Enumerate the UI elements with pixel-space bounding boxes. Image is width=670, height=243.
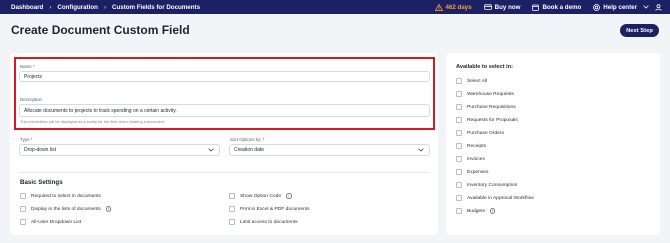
lifebuoy-icon: [593, 3, 601, 11]
info-icon[interactable]: i: [286, 193, 292, 199]
checkbox[interactable]: [456, 208, 462, 214]
checkbox[interactable]: [229, 193, 235, 199]
available-item-purchase-orders[interactable]: Purchase Orders: [456, 130, 504, 136]
setting-print-excel-pdf[interactable]: Print in Excel & PDF documents: [229, 206, 310, 212]
available-item-label: Available in Approval Workflow: [467, 195, 534, 201]
checkbox[interactable]: [20, 219, 26, 225]
description-label: Description: [20, 97, 42, 102]
setting-label: Display in the lists of documents: [31, 206, 101, 212]
help-center-button[interactable]: Help center: [593, 4, 649, 11]
trial-indicator[interactable]: 462 days: [434, 3, 472, 11]
breadcrumb-dashboard[interactable]: Dashboard: [11, 4, 43, 11]
setting-limit-access[interactable]: Limit access to documents: [229, 219, 298, 225]
cart-icon: [483, 3, 492, 11]
user-icon: [655, 3, 662, 11]
checkbox[interactable]: [456, 91, 462, 97]
sort-value: Creation date: [234, 147, 265, 153]
book-demo-label: Book a demo: [542, 3, 582, 11]
setting-required[interactable]: Required to select in documents: [20, 193, 101, 199]
available-item-inventory-consumption[interactable]: Inventory Consumption: [456, 182, 517, 188]
checkbox[interactable]: [20, 206, 26, 212]
top-nav: Dashboard › Configuration › Custom Field…: [0, 0, 670, 14]
info-icon[interactable]: i: [489, 208, 496, 214]
available-item-label: Purchase Orders: [467, 130, 504, 136]
checkbox[interactable]: [456, 182, 462, 188]
available-item-invoices[interactable]: Invoices: [456, 156, 485, 162]
description-hint: This information will be displayed as a …: [20, 119, 166, 124]
warning-icon: [434, 3, 443, 11]
buy-now-label: Buy now: [494, 3, 521, 11]
checkbox[interactable]: [456, 78, 462, 84]
available-item-approval-workflow[interactable]: Available in Approval Workflow: [456, 195, 534, 201]
available-item-label: Purchase Requisitions: [467, 104, 516, 110]
checkbox[interactable]: [456, 130, 462, 136]
trial-days: 462 days: [445, 3, 472, 11]
type-value: Drop-down list: [24, 147, 56, 153]
available-item-requests-for-proposals[interactable]: Requests for Proposals: [456, 117, 518, 123]
setting-label: Required to select in documents: [31, 193, 101, 199]
available-item-purchase-requisitions[interactable]: Purchase Requisitions: [456, 104, 516, 110]
available-item-label: Select All: [467, 78, 488, 84]
name-input[interactable]: Projects: [19, 71, 430, 82]
type-select[interactable]: Drop-down list: [19, 144, 220, 156]
available-item-label: Expenses: [467, 169, 489, 175]
chevron-down-icon: [418, 148, 424, 154]
name-label: Name *: [20, 64, 35, 69]
setting-label: All-User Dropdown List: [31, 219, 82, 225]
available-item-select-all[interactable]: Select All: [456, 78, 487, 84]
available-item-label: Warehouse Requests: [467, 91, 514, 97]
checkbox[interactable]: [456, 169, 462, 175]
breadcrumb-configuration[interactable]: Configuration: [57, 4, 98, 11]
available-title: Available to select in:: [456, 64, 513, 70]
setting-label: Limit access to documents: [240, 219, 298, 225]
help-center-label: Help center: [603, 3, 637, 11]
next-step-button[interactable]: Next Step: [620, 24, 659, 37]
book-demo-button[interactable]: Book a demo: [532, 4, 581, 11]
info-icon[interactable]: i: [105, 206, 112, 212]
available-item-label: Invoices: [467, 156, 485, 162]
checkbox[interactable]: [456, 195, 462, 201]
chevron-right-icon: ›: [49, 3, 52, 11]
section-divider: [19, 172, 428, 173]
checkbox[interactable]: [456, 104, 462, 110]
calendar-icon: [532, 4, 540, 11]
checkbox[interactable]: [456, 156, 462, 162]
available-item-budgets[interactable]: Budgets i: [456, 208, 496, 214]
sort-select[interactable]: Creation date: [229, 144, 430, 156]
available-item-label: Inventory Consumption: [467, 182, 518, 188]
description-input[interactable]: Allocate documents to projects to track …: [19, 104, 430, 117]
available-item-expenses[interactable]: Expenses: [456, 169, 488, 175]
checkbox[interactable]: [229, 219, 235, 225]
buy-now-button[interactable]: Buy now: [483, 3, 521, 11]
setting-show-option-code[interactable]: Show Option Code i: [229, 193, 292, 199]
basic-settings-title: Basic Settings: [20, 179, 63, 186]
chevron-down-icon: [643, 5, 649, 9]
sort-label: Sort Options by: *: [230, 137, 265, 142]
setting-display-in-lists[interactable]: Display in the lists of documents i: [20, 206, 112, 212]
checkbox[interactable]: [229, 206, 235, 212]
available-item-receipts[interactable]: Receipts: [456, 143, 486, 149]
setting-label: Show Option Code: [240, 193, 282, 199]
setting-all-user-dropdown[interactable]: All-User Dropdown List: [20, 219, 81, 225]
page-title: Create Document Custom Field: [11, 23, 190, 37]
checkbox[interactable]: [456, 143, 462, 149]
breadcrumb: Dashboard › Configuration › Custom Field…: [0, 4, 200, 11]
setting-label: Print in Excel & PDF documents: [240, 206, 310, 212]
chevron-right-icon: ›: [103, 3, 107, 11]
checkbox[interactable]: [456, 117, 462, 123]
available-item-label: Requests for Proposals: [467, 117, 518, 123]
chevron-down-icon: [208, 148, 214, 154]
checkbox[interactable]: [20, 193, 26, 199]
user-menu[interactable]: [655, 3, 662, 11]
available-item-label: Budgets: [467, 208, 485, 214]
available-item-warehouse-requests[interactable]: Warehouse Requests: [456, 91, 514, 97]
available-item-label: Receipts: [467, 143, 487, 149]
breadcrumb-current: Custom Fields for Documents: [112, 3, 201, 11]
type-label: Type *: [20, 137, 33, 142]
